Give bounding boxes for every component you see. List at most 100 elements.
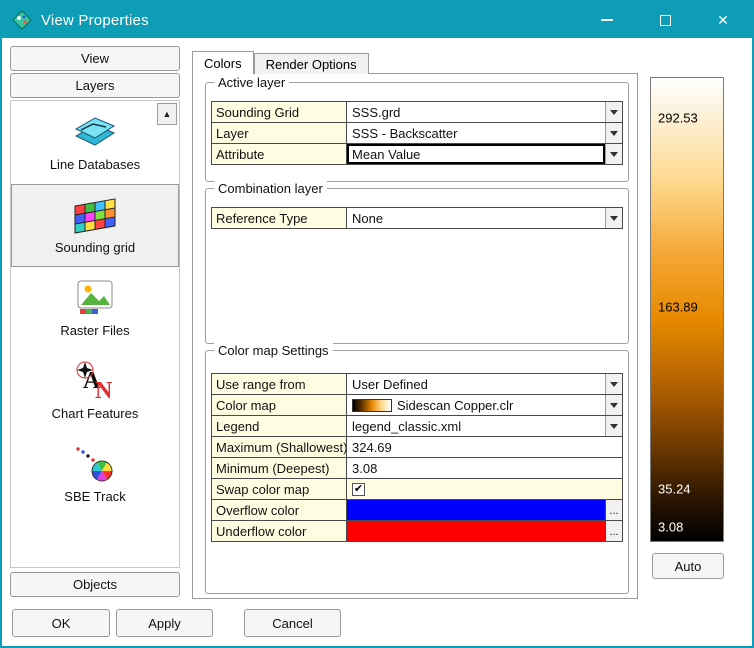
color-map-label: Color map — [211, 394, 347, 416]
window-title: View Properties — [41, 12, 149, 29]
color-map-value: Sidescan Copper.clr — [397, 398, 513, 413]
underflow-color-row: Underflow color ... — [211, 520, 623, 542]
legend-tick-label: 35.24 — [658, 482, 691, 497]
sidebar-item-sounding-grid[interactable]: Sounding grid — [11, 184, 179, 267]
sidebar-item-label: Chart Features — [52, 406, 139, 421]
legend-dropdown[interactable]: legend_classic.xml — [347, 415, 623, 437]
layers-button[interactable]: Layers — [10, 73, 180, 98]
minimize-icon — [601, 19, 613, 21]
overflow-color-cell: ... — [347, 499, 623, 521]
maximum-row: Maximum (Shallowest) 324.69 — [211, 436, 623, 458]
color-map-settings-group: Color map Settings Use range from User D… — [205, 350, 629, 594]
legend-dropdown-button[interactable] — [605, 416, 622, 436]
combination-layer-rows: Reference Type None — [211, 207, 623, 229]
sounding-grid-dropdown-button[interactable] — [605, 102, 622, 122]
maximize-button[interactable] — [636, 2, 694, 38]
color-legend-bar: 292.53 163.89 35.24 3.08 — [650, 77, 724, 542]
active-layer-rows: Sounding Grid SSS.grd Layer SSS - Backsc… — [211, 101, 623, 165]
sidebar-item-line-databases[interactable]: Line Databases — [11, 101, 179, 184]
sidebar-item-label: Raster Files — [60, 323, 129, 338]
sounding-grid-icon — [72, 194, 118, 236]
ok-button[interactable]: OK — [12, 609, 110, 637]
overflow-color-swatch[interactable] — [347, 500, 605, 520]
maximum-field[interactable]: 324.69 — [347, 436, 623, 458]
view-properties-dialog: View Properties ✕ View Layers ▲ Line Dat… — [0, 0, 754, 648]
overflow-color-label: Overflow color — [211, 499, 347, 521]
color-map-settings-rows: Use range from User Defined Color map Si… — [211, 373, 623, 542]
view-button[interactable]: View — [10, 46, 180, 71]
use-range-from-value: User Defined — [352, 377, 428, 392]
sounding-grid-label: Sounding Grid — [211, 101, 347, 123]
chevron-down-icon — [610, 110, 618, 115]
minimum-label: Minimum (Deepest) — [211, 457, 347, 479]
line-databases-icon — [72, 111, 118, 153]
chevron-down-icon — [610, 152, 618, 157]
swap-color-map-label: Swap color map — [211, 478, 347, 500]
chevron-down-icon — [610, 131, 618, 136]
objects-button[interactable]: Objects — [10, 572, 180, 597]
reference-type-dropdown-button[interactable] — [605, 208, 622, 228]
legend-tick-label: 3.08 — [658, 520, 683, 535]
close-button[interactable]: ✕ — [694, 2, 752, 38]
tab-colors[interactable]: Colors — [192, 51, 254, 74]
swap-color-map-cell: ✔ — [347, 478, 623, 500]
legend-tick-label: 163.89 — [658, 300, 698, 315]
color-map-dropdown-button[interactable] — [605, 395, 622, 415]
color-map-settings-group-title: Color map Settings — [214, 343, 333, 358]
layer-value: SSS - Backscatter — [352, 126, 457, 141]
use-range-from-row: Use range from User Defined — [211, 373, 623, 395]
layer-dropdown[interactable]: SSS - Backscatter — [347, 122, 623, 144]
legend-row: Legend legend_classic.xml — [211, 415, 623, 437]
layer-dropdown-button[interactable] — [605, 123, 622, 143]
color-map-row: Color map Sidescan Copper.clr — [211, 394, 623, 416]
underflow-color-cell: ... — [347, 520, 623, 542]
legend-tick-label: 292.53 — [658, 110, 698, 125]
app-icon — [12, 10, 32, 30]
sidebar-item-raster-files[interactable]: Raster Files — [11, 267, 179, 350]
maximize-icon — [660, 15, 671, 26]
auto-button[interactable]: Auto — [652, 553, 724, 579]
raster-files-icon — [72, 277, 118, 319]
overflow-color-picker-button[interactable]: ... — [605, 500, 622, 520]
attribute-value: Mean Value — [352, 147, 420, 162]
apply-button[interactable]: Apply — [116, 609, 213, 637]
overflow-color-row: Overflow color ... — [211, 499, 623, 521]
layer-label: Layer — [211, 122, 347, 144]
attribute-dropdown[interactable]: Mean Value — [347, 143, 623, 165]
title-bar: View Properties ✕ — [2, 2, 752, 38]
close-icon: ✕ — [717, 12, 729, 29]
reference-type-label: Reference Type — [211, 207, 347, 229]
scroll-up-button[interactable]: ▲ — [157, 103, 177, 125]
reference-type-dropdown[interactable]: None — [347, 207, 623, 229]
sounding-grid-dropdown[interactable]: SSS.grd — [347, 101, 623, 123]
underflow-color-picker-button[interactable]: ... — [605, 521, 622, 541]
svg-text:N: N — [95, 378, 113, 402]
sidebar-item-label: Line Databases — [50, 157, 140, 172]
chevron-down-icon — [610, 216, 618, 221]
layer-row: Layer SSS - Backscatter — [211, 122, 623, 144]
sidebar-item-sbe-track[interactable]: SBE Track — [11, 433, 179, 516]
window-controls: ✕ — [578, 2, 752, 38]
underflow-color-swatch[interactable] — [347, 521, 605, 541]
minimize-button[interactable] — [578, 2, 636, 38]
chevron-down-icon — [610, 382, 618, 387]
sounding-grid-value: SSS.grd — [352, 105, 400, 120]
cancel-button[interactable]: Cancel — [244, 609, 341, 637]
use-range-from-dropdown[interactable]: User Defined — [347, 373, 623, 395]
tab-render-options[interactable]: Render Options — [254, 53, 369, 74]
use-range-from-dropdown-button[interactable] — [605, 374, 622, 394]
chevron-down-icon — [610, 403, 618, 408]
minimum-field[interactable]: 3.08 — [347, 457, 623, 479]
maximum-label: Maximum (Shallowest) — [211, 436, 347, 458]
layers-list: ▲ Line Databases — [10, 100, 180, 568]
minimum-row: Minimum (Deepest) 3.08 — [211, 457, 623, 479]
swap-color-map-checkbox[interactable]: ✔ — [352, 483, 365, 496]
color-map-dropdown[interactable]: Sidescan Copper.clr — [347, 394, 623, 416]
sbe-track-icon — [72, 443, 118, 485]
tab-strip: Colors Render Options — [192, 51, 369, 74]
sidebar-item-chart-features[interactable]: A N Chart Features — [11, 350, 179, 433]
scroll-up-icon: ▲ — [163, 109, 172, 119]
colormap-swatch — [352, 399, 392, 412]
combination-layer-group: Combination layer Reference Type None — [205, 188, 629, 344]
attribute-dropdown-button[interactable] — [605, 144, 622, 164]
